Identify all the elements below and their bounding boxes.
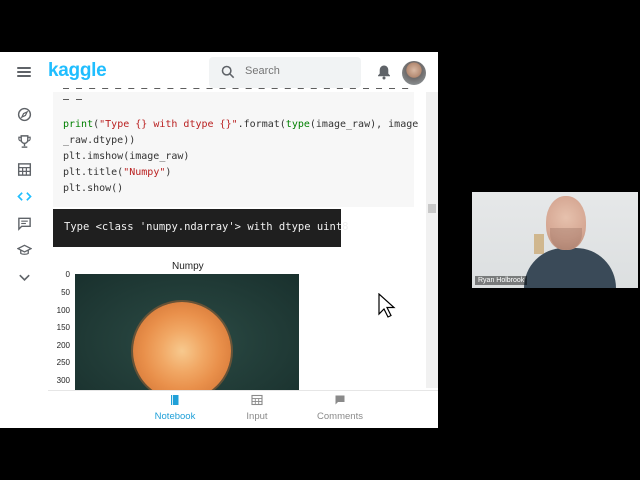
search-input[interactable] (243, 64, 357, 78)
book-icon (171, 395, 179, 405)
tab-comments[interactable]: Comments (305, 394, 375, 422)
kaggle-logo[interactable]: kaggle (48, 60, 107, 82)
image-plot: Numpy 0 50 100 150 200 250 300 (40, 257, 320, 397)
notification-bell-icon[interactable] (376, 64, 392, 80)
presenter-body (524, 248, 616, 288)
scrollbar[interactable] (426, 92, 438, 388)
ytick-label: 200 (56, 341, 70, 350)
tab-label: Input (246, 411, 268, 422)
school-icon[interactable] (17, 243, 32, 258)
trophy-icon[interactable] (17, 134, 32, 149)
flower-shape (133, 302, 231, 397)
background-poster (534, 234, 544, 254)
search-icon (221, 65, 235, 79)
code-cell[interactable]: ̶ ̶ ̶ ̶ ̶ ̶ ̶ ̶ ̶ ̶ ̶ ̶ ̶ ̶ ̶ ̶ ̶ ̶ ̶ ̶ … (53, 83, 418, 207)
tab-notebook[interactable]: Notebook (140, 394, 210, 422)
ytick-label: 250 (56, 358, 70, 367)
tab-input[interactable]: Input (222, 394, 292, 422)
webcam-feed: Ryan Holbrook (472, 192, 638, 288)
mouse-cursor-icon (378, 293, 396, 318)
compass-icon[interactable] (17, 107, 32, 122)
bottom-navigation: Notebook Input Comments (48, 390, 438, 428)
chevron-down-icon[interactable] (17, 270, 32, 285)
scrollbar-thumb[interactable] (428, 204, 436, 213)
comment-icon (335, 395, 345, 405)
ytick-label: 50 (61, 288, 70, 297)
tab-label: Notebook (154, 411, 196, 422)
user-avatar[interactable] (402, 61, 426, 85)
table-icon[interactable] (17, 162, 32, 177)
kaggle-notebook-window: kaggle ̶ ̶ ̶ ̶ ̶ ̶ ̶ ̶ ̶ ̶ ̶ ̶ ̶ ̶ ̶ ̶ ̶… (0, 52, 438, 428)
presenter-name-label: Ryan Holbrook (475, 276, 528, 285)
code-line-truncated: ̶ ̶ ̶ ̶ ̶ ̶ ̶ ̶ ̶ ̶ ̶ ̶ ̶ ̶ ̶ ̶ ̶ ̶ ̶ ̶ … (63, 83, 410, 105)
ytick-label: 0 (65, 270, 70, 279)
output-text: Type <class 'numpy.ndarray'> with dtype … (64, 221, 349, 233)
ytick-label: 300 (56, 376, 70, 385)
ytick-label: 100 (56, 306, 70, 315)
code-text: print("Type {} with dtype {}".format(typ… (63, 119, 419, 194)
menu-icon[interactable] (17, 67, 31, 77)
plot-title: Numpy (172, 261, 204, 272)
dahlia-image (75, 274, 299, 397)
code-icon[interactable] (17, 189, 32, 204)
discussion-icon[interactable] (17, 216, 32, 231)
table-icon (251, 394, 263, 406)
tab-label: Comments (317, 411, 363, 422)
ytick-label: 150 (56, 323, 70, 332)
cell-output: Type <class 'numpy.ndarray'> with dtype … (53, 209, 348, 247)
